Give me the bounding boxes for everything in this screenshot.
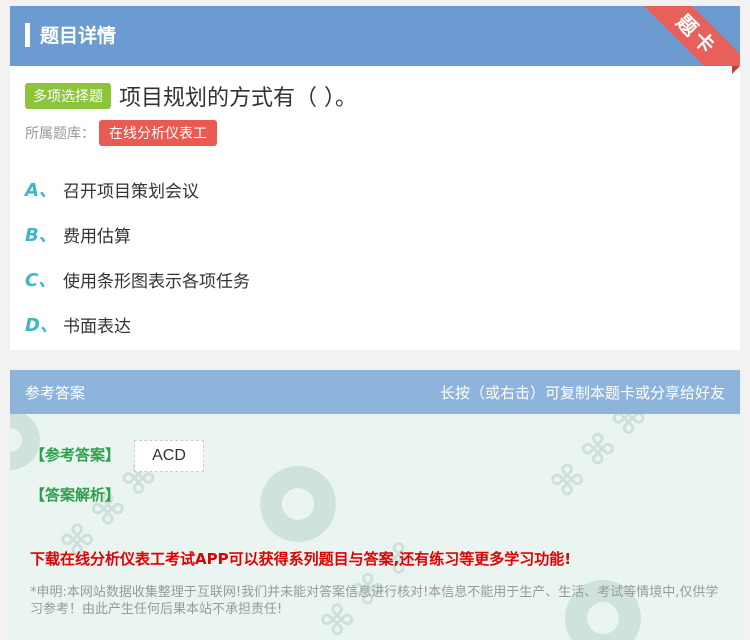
option-d[interactable]: D、 书面表达 [25,311,131,337]
option-text: 书面表达 [63,316,131,337]
answer-label: 【参考答案】 [30,446,121,464]
analysis-label: 【答案解析】 [30,486,121,504]
question-text: 项目规划的方式有（ ）。 [119,86,357,111]
page-title: 题目详情 [40,25,117,47]
question-line: 多项选择题 项目规划的方式有（ ）。 [25,80,357,112]
option-c[interactable]: C、 使用条形图表示各项任务 [25,266,250,292]
question-card: 题目详情 题卡 多项选择题 项目规划的方式有（ ）。 所属题库： 在线分析仪表工… [10,6,740,350]
question-bank-label: 所属题库： [25,126,95,142]
watermark-logo-icon [260,466,336,542]
option-a[interactable]: A、 召开项目策划会议 [25,176,199,202]
header-accent-bar [25,23,30,47]
option-text: 费用估算 [63,226,131,247]
option-letter: B、 [25,225,57,246]
answer-header: 参考答案 长按（或右击）可复制本题卡或分享给好友 [10,370,740,414]
option-letter: C、 [25,270,57,291]
question-bank-line: 所属题库： 在线分析仪表工 [25,120,217,146]
ribbon-tail [732,66,740,74]
disclaimer-text: *申明:本网站数据收集整理于互联网!我们并未能对答案信息进行核对!本信息不能用于… [30,585,719,617]
option-b[interactable]: B、 费用估算 [25,221,131,247]
download-app-link[interactable]: 下载在线分析仪表工考试APP可以获得系列题目与答案,还有练习等更多学习功能! [30,548,571,569]
answer-section: ⌘ ⌘ ⌘ ⌘ ⌘ ⌘ ⌘ ⌘ ⌘ 参考答案 长按（或右击）可复制本题卡或分享给… [10,370,740,640]
option-letter: D、 [25,315,58,336]
option-text: 召开项目策划会议 [63,181,199,202]
answer-value: ACD [134,440,204,472]
question-type-badge: 多项选择题 [25,83,111,109]
option-text: 使用条形图表示各项任务 [63,271,250,292]
question-bank-link[interactable]: 在线分析仪表工 [99,120,217,146]
option-letter: A、 [25,180,57,201]
answer-section-title: 参考答案 [25,384,86,402]
card-header: 题目详情 题卡 [10,6,740,66]
copy-share-hint: 长按（或右击）可复制本题卡或分享给好友 [439,384,725,402]
question-card-ribbon[interactable]: 题卡 [631,6,740,66]
